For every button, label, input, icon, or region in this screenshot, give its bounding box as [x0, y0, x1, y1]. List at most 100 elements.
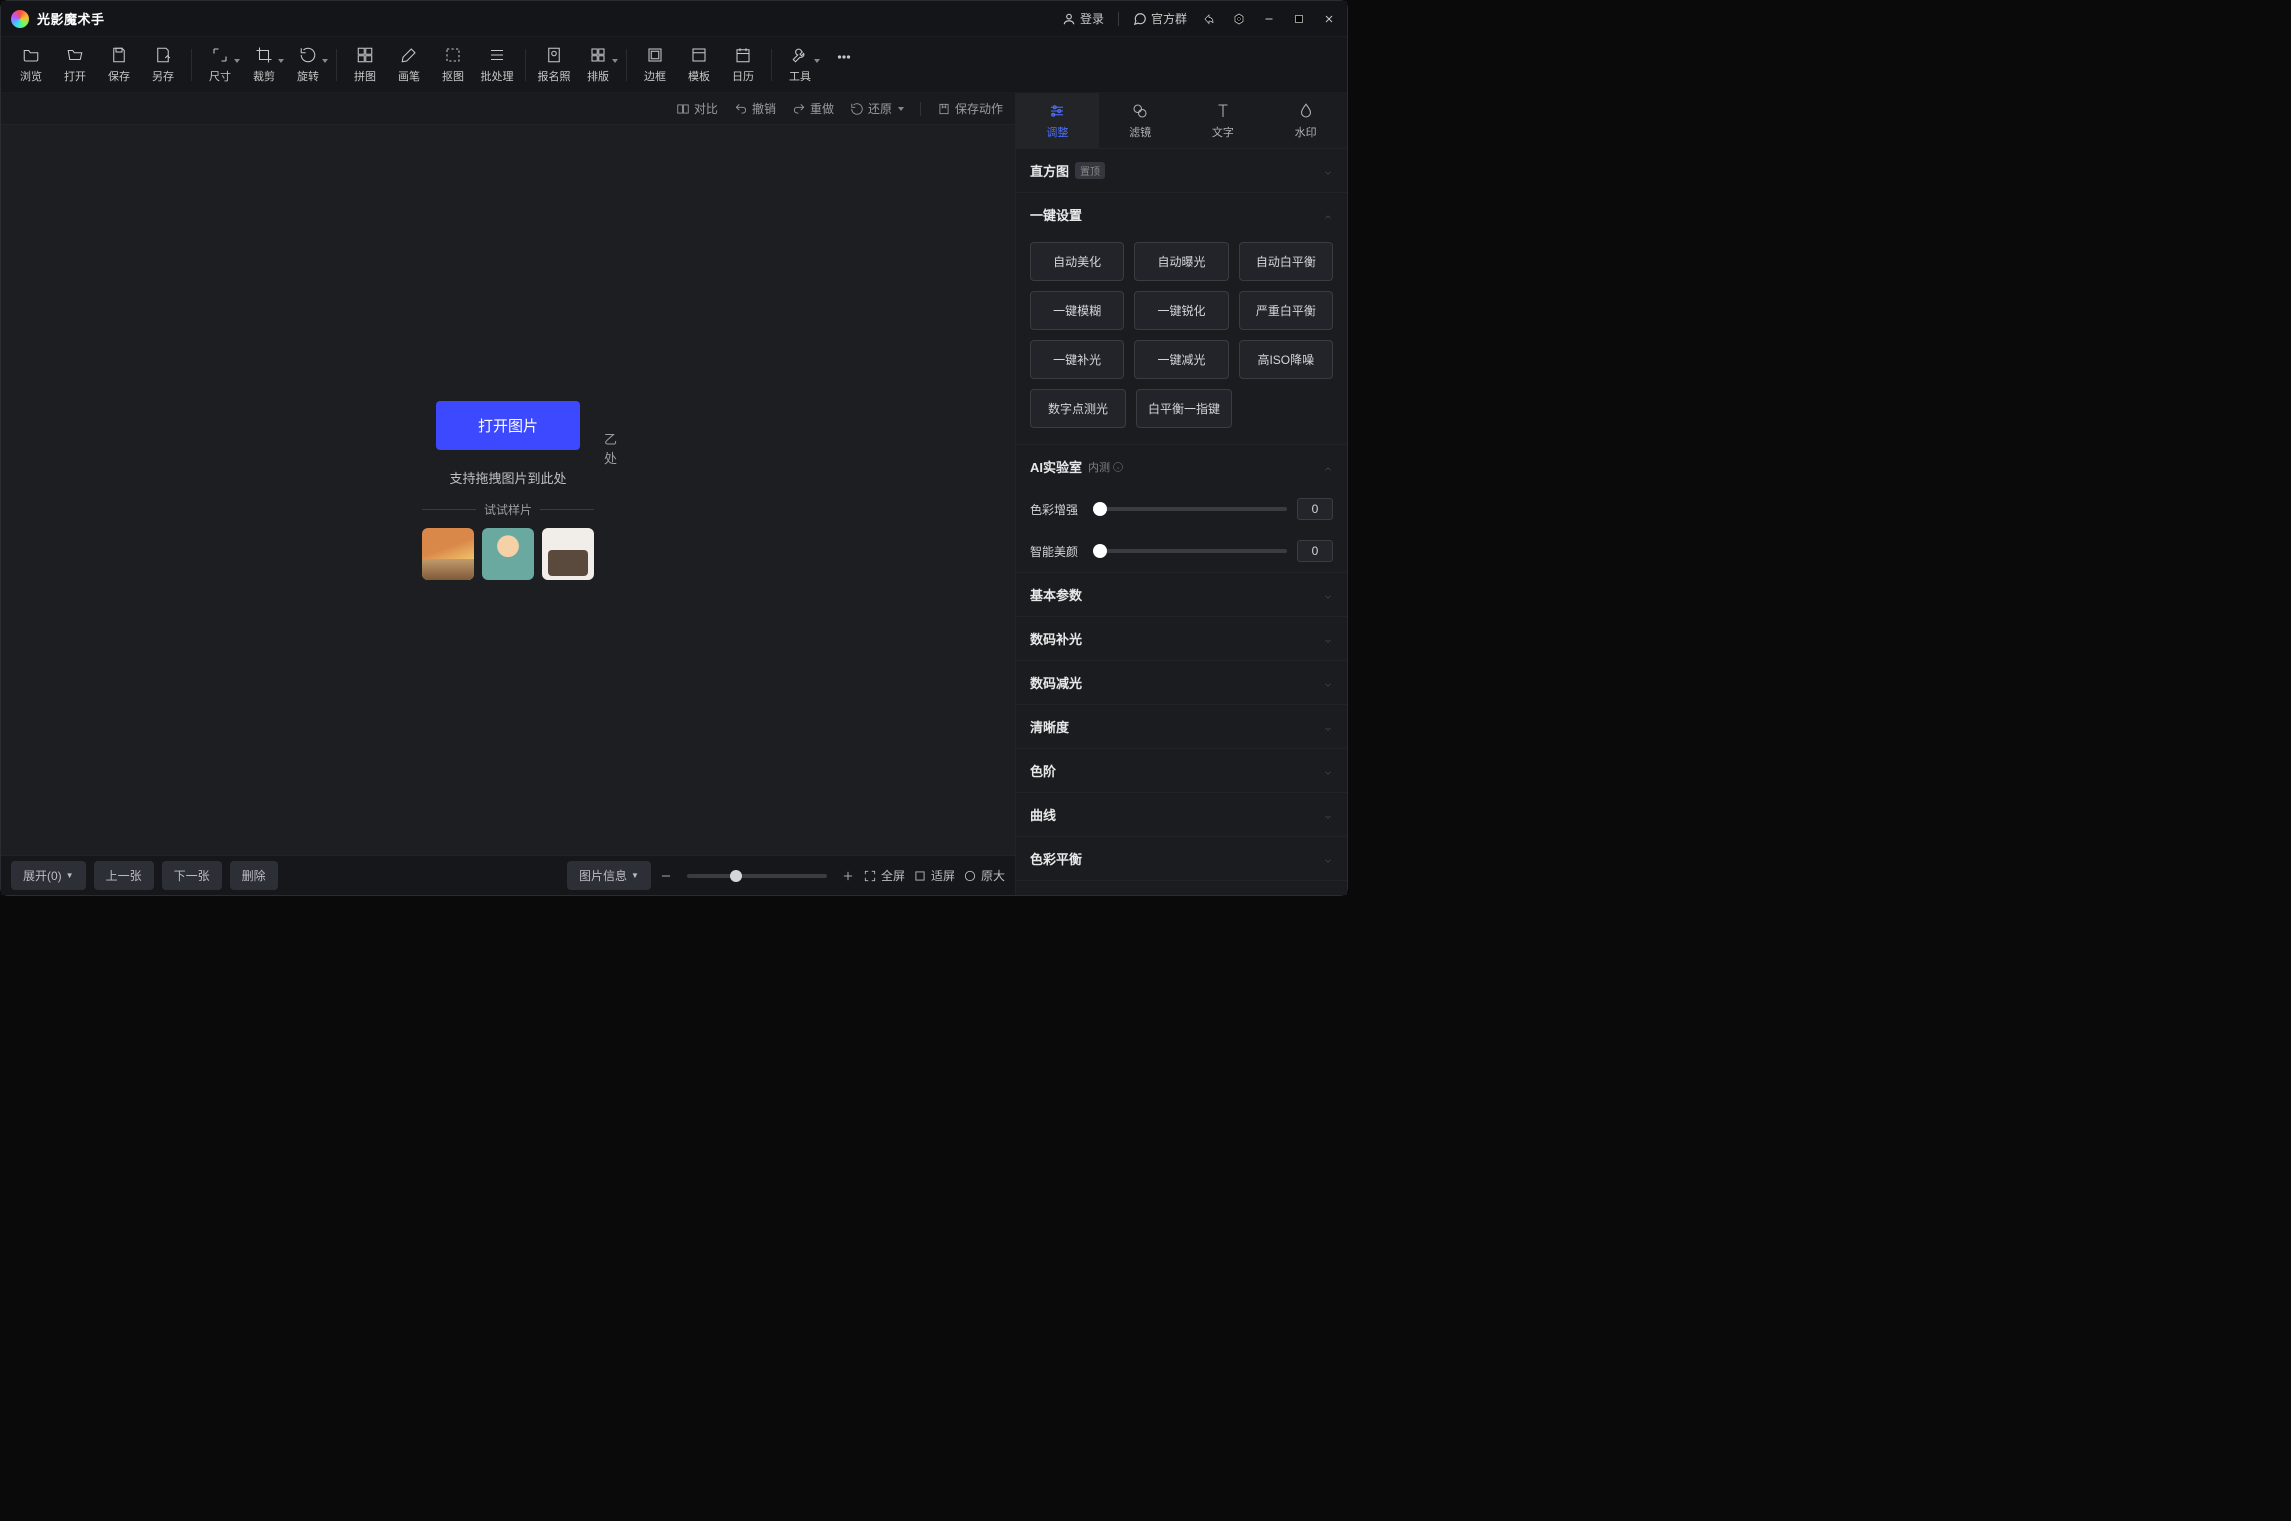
tab-filter[interactable]: 滤镜: [1099, 93, 1182, 148]
tool-save[interactable]: 保存: [97, 41, 141, 89]
tool-open[interactable]: 打开: [53, 41, 97, 89]
tab-text[interactable]: 文字: [1182, 93, 1265, 148]
tab-adjust[interactable]: 调整: [1016, 93, 1099, 148]
tool-template[interactable]: 模板: [677, 41, 721, 89]
login-button[interactable]: 登录: [1062, 10, 1104, 27]
tool-rotate[interactable]: 旋转: [286, 41, 330, 89]
canvas-dropzone[interactable]: 打开图片 乙处 支持拖拽图片到此处 试试样片: [1, 125, 1015, 855]
preset-0[interactable]: 自动美化: [1030, 242, 1124, 281]
tool-batch[interactable]: 批处理: [475, 41, 519, 89]
slider-value[interactable]: 0: [1297, 498, 1333, 520]
chevron-down-icon: [1323, 680, 1333, 690]
section-histogram: 直方图 置顶: [1016, 149, 1347, 193]
section-head-ailab[interactable]: AI实验室 内测: [1016, 445, 1347, 488]
main-toolbar: 浏览 打开 保存 另存 尺寸 裁剪 旋转 拼图 画笔 抠图 批处理 报名照 排版…: [1, 37, 1347, 93]
settings-button[interactable]: [1231, 11, 1247, 27]
more-icon: [835, 48, 853, 66]
sample-thumb-1[interactable]: [422, 528, 474, 580]
next-button[interactable]: 下一张: [162, 861, 222, 890]
tool-more[interactable]: [822, 41, 866, 89]
lasso-icon: [444, 46, 462, 64]
section-head-histogram[interactable]: 直方图 置顶: [1016, 149, 1347, 192]
tool-layout[interactable]: 排版: [576, 41, 620, 89]
tool-crop[interactable]: 裁剪: [242, 41, 286, 89]
template-icon: [690, 46, 708, 64]
drop-hint: 支持拖拽图片到此处: [449, 468, 566, 487]
chat-icon: [1133, 12, 1147, 26]
tool-collage[interactable]: 拼图: [343, 41, 387, 89]
tool-border[interactable]: 边框: [633, 41, 677, 89]
edit-actions: 对比 撤销 重做 还原 保存动作: [1, 93, 1015, 125]
delete-button[interactable]: 删除: [230, 861, 278, 890]
app-title: 光影魔术手: [37, 9, 1062, 28]
section-clarity: 清晰度: [1016, 705, 1347, 749]
droplet-icon: [1297, 102, 1315, 120]
ai-slider-1: 智能美颜0: [1016, 530, 1347, 572]
minimize-icon: [1263, 13, 1275, 25]
footer-bar: 展开(0)▼ 上一张 下一张 删除 图片信息▼ 全屏 适屏 原大: [1, 855, 1015, 895]
preset-3[interactable]: 一键模糊: [1030, 291, 1124, 330]
preset-grid: 自动美化自动曝光自动白平衡一键模糊一键锐化严重白平衡一键补光一键减光高ISO降噪…: [1016, 236, 1347, 444]
section-curves: 曲线: [1016, 793, 1347, 837]
chevron-down-icon: [1323, 856, 1333, 866]
expand-button[interactable]: 展开(0)▼: [11, 861, 86, 890]
minimize-button[interactable]: [1261, 11, 1277, 27]
tool-brush[interactable]: 画笔: [387, 41, 431, 89]
panel-tabs: 调整 滤镜 文字 水印: [1016, 93, 1347, 149]
maximize-button[interactable]: [1291, 11, 1307, 27]
prev-button[interactable]: 上一张: [94, 861, 154, 890]
undo-icon: [734, 102, 748, 116]
folder-icon: [22, 46, 40, 64]
tool-tools[interactable]: 工具: [778, 41, 822, 89]
fitscreen-button[interactable]: 适屏: [913, 867, 955, 884]
slider-track[interactable]: [1100, 549, 1287, 553]
preset-8[interactable]: 高ISO降噪: [1239, 340, 1333, 379]
undo-button[interactable]: 撤销: [734, 100, 776, 117]
section-levels: 色阶: [1016, 749, 1347, 793]
preset-9[interactable]: 数字点测光: [1030, 389, 1126, 428]
preset-5[interactable]: 严重白平衡: [1239, 291, 1333, 330]
compare-icon: [676, 102, 690, 116]
chevron-down-icon: [1323, 812, 1333, 822]
titlebar: 光影魔术手 登录 官方群: [1, 1, 1347, 37]
tool-saveas[interactable]: 另存: [141, 41, 185, 89]
close-button[interactable]: [1321, 11, 1337, 27]
tool-size[interactable]: 尺寸: [198, 41, 242, 89]
redo-button[interactable]: 重做: [792, 100, 834, 117]
originalsize-button[interactable]: 原大: [963, 867, 1005, 884]
tool-idphoto[interactable]: 报名照: [532, 41, 576, 89]
slider-value[interactable]: 0: [1297, 540, 1333, 562]
slider-track[interactable]: [1100, 507, 1287, 511]
tool-calendar[interactable]: 日历: [721, 41, 765, 89]
preset-4[interactable]: 一键锐化: [1134, 291, 1228, 330]
chevron-down-icon: [1323, 768, 1333, 778]
fullscreen-button[interactable]: 全屏: [863, 867, 905, 884]
section-rgbtone: RGB色调: [1016, 881, 1347, 895]
tool-cutout[interactable]: 抠图: [431, 41, 475, 89]
sample-thumb-2[interactable]: [482, 528, 534, 580]
section-head-oneclick[interactable]: 一键设置: [1016, 193, 1347, 236]
zoom-in[interactable]: [841, 869, 855, 883]
sample-thumb-3[interactable]: [542, 528, 594, 580]
save-action-button[interactable]: 保存动作: [937, 100, 1003, 117]
community-button[interactable]: 官方群: [1133, 10, 1187, 27]
app-logo: [11, 10, 29, 28]
zoom-out[interactable]: [659, 869, 673, 883]
tool-browse[interactable]: 浏览: [9, 41, 53, 89]
calendar-icon: [734, 46, 752, 64]
preset-1[interactable]: 自动曝光: [1134, 242, 1228, 281]
preset-7[interactable]: 一键减光: [1134, 340, 1228, 379]
preset-6[interactable]: 一键补光: [1030, 340, 1124, 379]
zoom-slider[interactable]: [687, 874, 827, 878]
share-button[interactable]: [1201, 11, 1217, 27]
open-image-button[interactable]: 打开图片: [436, 401, 580, 450]
preset-2[interactable]: 自动白平衡: [1239, 242, 1333, 281]
fit-icon: [913, 869, 927, 883]
tab-watermark[interactable]: 水印: [1264, 93, 1347, 148]
wrench-icon: [791, 46, 809, 64]
img-info-button[interactable]: 图片信息▼: [567, 861, 651, 890]
restore-button[interactable]: 还原: [850, 100, 904, 117]
border-icon: [646, 46, 664, 64]
compare-button[interactable]: 对比: [676, 100, 718, 117]
preset-10[interactable]: 白平衡一指键: [1136, 389, 1232, 428]
